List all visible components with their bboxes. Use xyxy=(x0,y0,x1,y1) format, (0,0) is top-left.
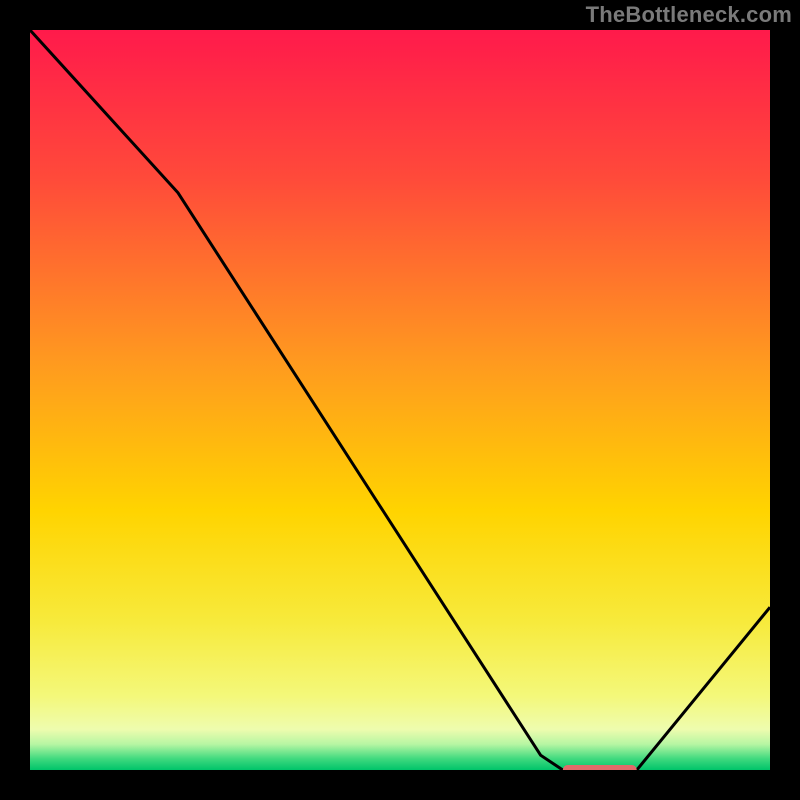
watermark-text: TheBottleneck.com xyxy=(586,2,792,28)
gradient-background xyxy=(30,30,770,770)
chart-container: TheBottleneck.com xyxy=(0,0,800,800)
chart-svg xyxy=(30,30,770,770)
highlight-segment xyxy=(563,765,637,770)
plot-area xyxy=(30,30,770,770)
